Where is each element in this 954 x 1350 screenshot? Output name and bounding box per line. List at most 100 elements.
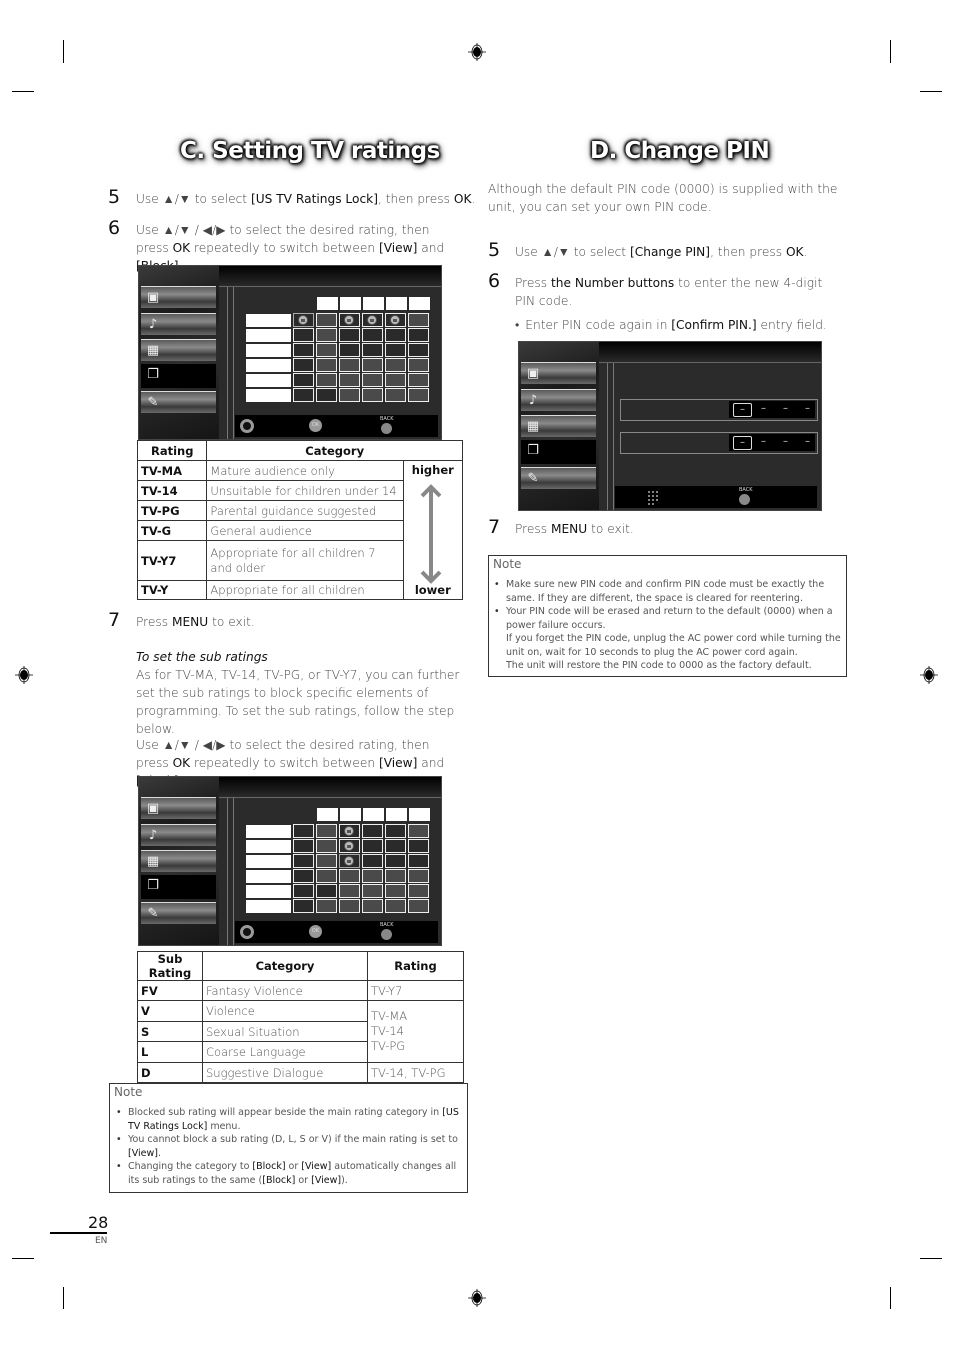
grid-cell[interactable] [362,869,383,883]
button-guide: BACK [615,486,817,508]
grid-cell[interactable] [385,388,406,402]
grid-cell[interactable] [293,373,314,387]
grid-cell[interactable] [362,358,383,372]
grid-cell[interactable] [385,313,406,327]
grid-cell[interactable] [293,328,314,342]
grid-cell[interactable] [362,313,383,327]
grid-cell[interactable] [316,388,337,402]
grid-cell[interactable] [316,884,337,898]
grid-cell[interactable] [293,869,314,883]
grid-cell[interactable] [293,388,314,402]
menu-item-features[interactable]: ❐ [521,440,596,464]
grid-cell[interactable] [339,373,360,387]
grid-column-header [386,297,407,310]
new-pin-field[interactable]: – – – – [620,399,818,421]
grid-cell[interactable] [385,869,406,883]
grid-cell[interactable] [316,824,337,838]
pin-digit: – [761,436,766,447]
grid-cell[interactable] [293,839,314,853]
grid-cell[interactable] [316,899,337,913]
menu-item-sound[interactable]: ♪ [141,824,216,846]
grid-cell[interactable] [385,328,406,342]
grid-cell[interactable] [385,839,406,853]
grid-cell[interactable] [362,343,383,357]
confirm-pin-field[interactable]: – – – – [620,432,818,454]
grid-cell[interactable] [339,899,360,913]
grid-cell[interactable] [408,824,429,838]
grid-cell[interactable] [339,824,360,838]
grid-cell[interactable] [408,328,429,342]
grid-cell[interactable] [293,899,314,913]
menu-item-language[interactable]: ✎ [141,391,216,413]
menu-item-language[interactable]: ✎ [521,467,596,489]
grid-cell[interactable] [385,358,406,372]
menu-item-setup[interactable]: ▦ [141,850,216,872]
grid-cell[interactable] [362,839,383,853]
grid-cell[interactable] [408,358,429,372]
grid-cell[interactable] [293,313,314,327]
menu-item-sound[interactable]: ♪ [141,313,216,335]
grid-cell[interactable] [385,824,406,838]
grid-cell[interactable] [293,358,314,372]
grid-cell[interactable] [385,343,406,357]
grid-cell[interactable] [408,373,429,387]
grid-cell[interactable] [362,899,383,913]
grid-cell[interactable] [293,884,314,898]
grid-cell[interactable] [408,869,429,883]
grid-cell[interactable] [385,884,406,898]
grid-cell[interactable] [385,854,406,868]
menu-item-picture[interactable]: ▣ [521,362,596,384]
grid-cell[interactable] [408,343,429,357]
grid-cell[interactable] [339,854,360,868]
grid-cell[interactable] [339,328,360,342]
grid-cell[interactable] [339,839,360,853]
language-code: EN [95,1236,108,1246]
grid-cell[interactable] [362,854,383,868]
grid-cell[interactable] [408,899,429,913]
grid-cell[interactable] [293,854,314,868]
grid-cell[interactable] [339,313,360,327]
grid-cell[interactable] [408,884,429,898]
lock-icon [344,856,354,866]
grid-cell[interactable] [293,343,314,357]
menu-item-sound[interactable]: ♪ [521,389,596,411]
step-number: 5 [108,186,121,208]
grid-cell[interactable] [362,373,383,387]
grid-cell[interactable] [316,358,337,372]
grid-cell[interactable] [339,358,360,372]
lower-label: lower [414,583,451,597]
grid-cell[interactable] [362,824,383,838]
menu-item-picture[interactable]: ▣ [141,797,216,819]
grid-cell[interactable] [316,313,337,327]
grid-cell[interactable] [362,328,383,342]
grid-cell[interactable] [339,388,360,402]
grid-column-header [363,297,384,310]
menu-item-setup[interactable]: ▦ [141,339,216,361]
grid-cell[interactable] [316,373,337,387]
grid-cell[interactable] [385,899,406,913]
menu-item-features[interactable]: ❐ [141,364,216,388]
grid-row-label [246,840,291,853]
grid-cell[interactable] [293,824,314,838]
menu-item-picture[interactable]: ▣ [141,286,216,308]
table-row: TV-MA Mature audience only higher lower [136,460,464,600]
grid-cell[interactable] [316,343,337,357]
tv-sub-ratings-screen: ▣ ♪ ▦ ❐ ✎ OK BACK [138,776,442,946]
grid-cell[interactable] [316,869,337,883]
grid-cell[interactable] [316,854,337,868]
grid-cell[interactable] [408,854,429,868]
grid-cell[interactable] [339,869,360,883]
grid-cell[interactable] [362,884,383,898]
grid-cell[interactable] [408,839,429,853]
grid-cell[interactable] [385,373,406,387]
grid-cell[interactable] [316,328,337,342]
grid-cell[interactable] [339,343,360,357]
menu-item-setup[interactable]: ▦ [521,415,596,437]
grid-cell[interactable] [339,884,360,898]
menu-item-language[interactable]: ✎ [141,902,216,924]
grid-cell[interactable] [408,388,429,402]
grid-cell[interactable] [408,313,429,327]
grid-cell[interactable] [316,839,337,853]
menu-item-features[interactable]: ❐ [141,875,216,899]
grid-cell[interactable] [362,388,383,402]
